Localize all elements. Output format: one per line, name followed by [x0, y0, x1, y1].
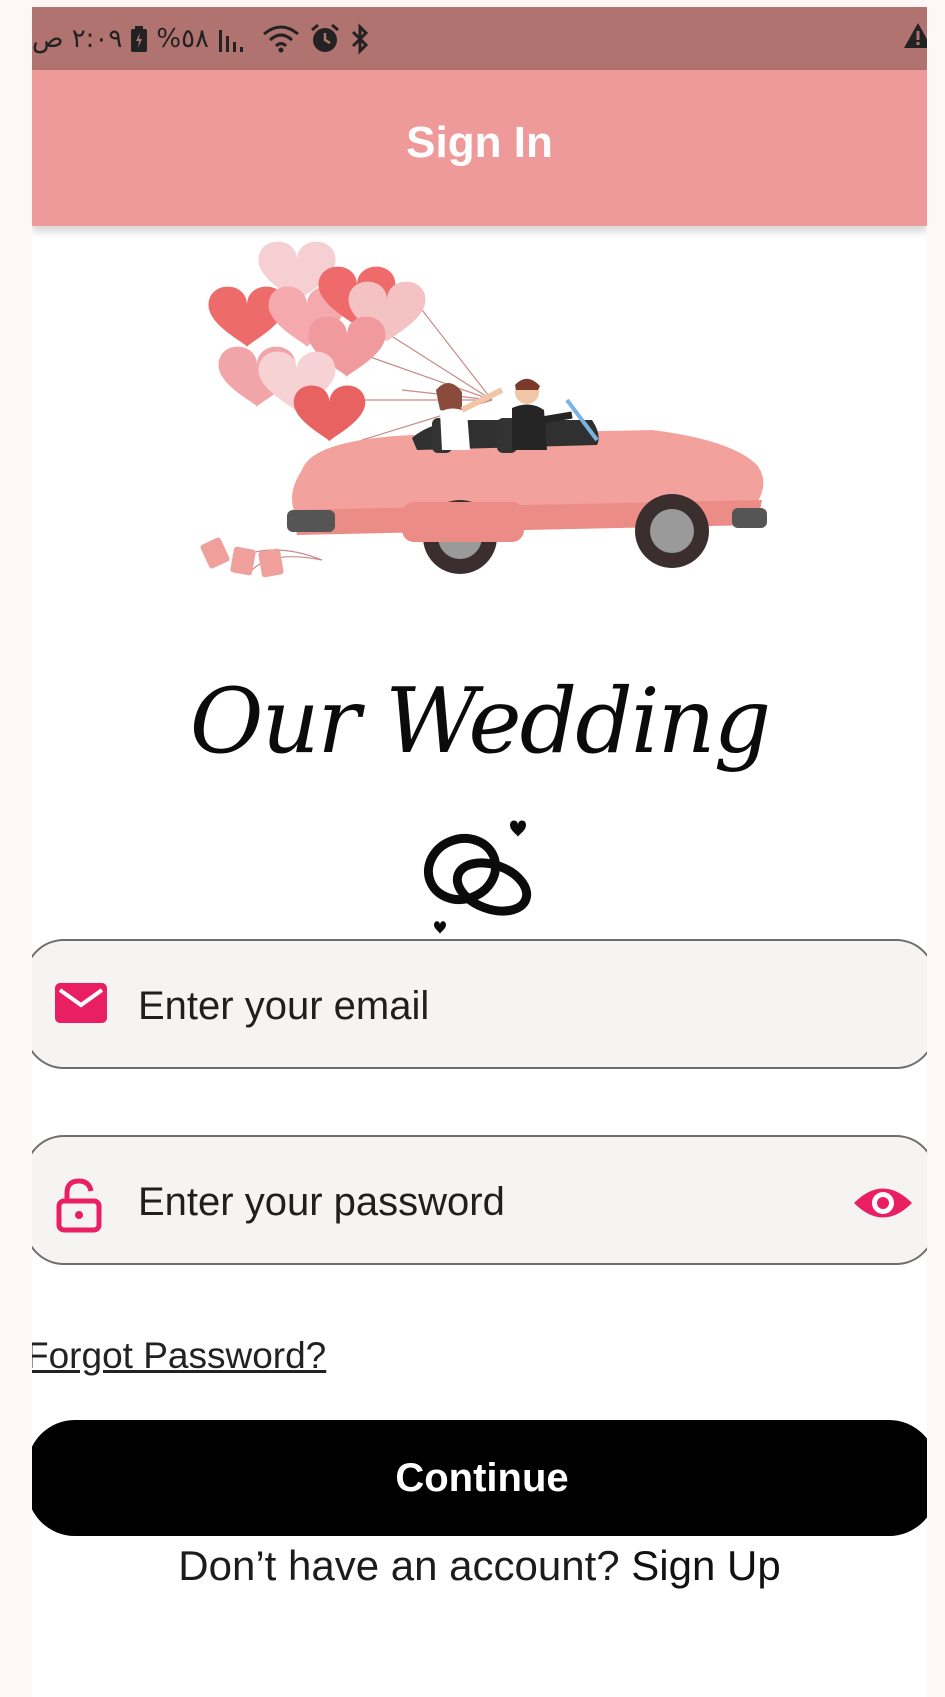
page-title: Sign In — [406, 118, 553, 167]
status-bar: ٢:٠٩ ص %٥٨ — [32, 7, 927, 70]
signup-link[interactable]: Sign Up — [631, 1542, 780, 1589]
email-field[interactable]: Enter your email — [32, 939, 927, 1069]
password-placeholder[interactable]: Enter your password — [138, 1177, 505, 1227]
wedding-car-illustration — [172, 240, 812, 625]
signal-icon — [217, 26, 253, 52]
password-field[interactable]: Enter your password — [32, 1135, 927, 1265]
lock-icon — [54, 1177, 104, 1238]
email-placeholder[interactable]: Enter your email — [138, 981, 429, 1031]
wedding-rings-icon — [410, 807, 550, 942]
battery-percent: %٥٨ — [156, 24, 210, 54]
status-left-group: ٢:٠٩ ص %٥٨ — [32, 19, 371, 59]
brand-title: Our Wedding — [189, 669, 771, 774]
continue-button[interactable]: Continue — [32, 1420, 927, 1536]
app-bar: Sign In — [32, 70, 927, 226]
warning-icon — [903, 21, 927, 54]
battery-icon — [130, 25, 148, 53]
bluetooth-icon — [349, 23, 371, 55]
envelope-icon — [54, 981, 108, 1030]
eye-icon[interactable] — [852, 1182, 914, 1229]
wifi-icon — [261, 24, 301, 54]
forgot-password-link[interactable]: Forgot Password? — [32, 1333, 326, 1379]
signup-row: Don’t have an account? Sign Up — [32, 1540, 927, 1592]
continue-button-label: Continue — [395, 1455, 569, 1500]
phone-screen: ٢:٠٩ ص %٥٨ Sign In Our Wedding Enter you… — [32, 7, 927, 1697]
status-time: ٢:٠٩ ص — [32, 24, 123, 54]
signup-prompt: Don’t have an account? — [178, 1542, 620, 1589]
alarm-icon — [309, 23, 341, 55]
